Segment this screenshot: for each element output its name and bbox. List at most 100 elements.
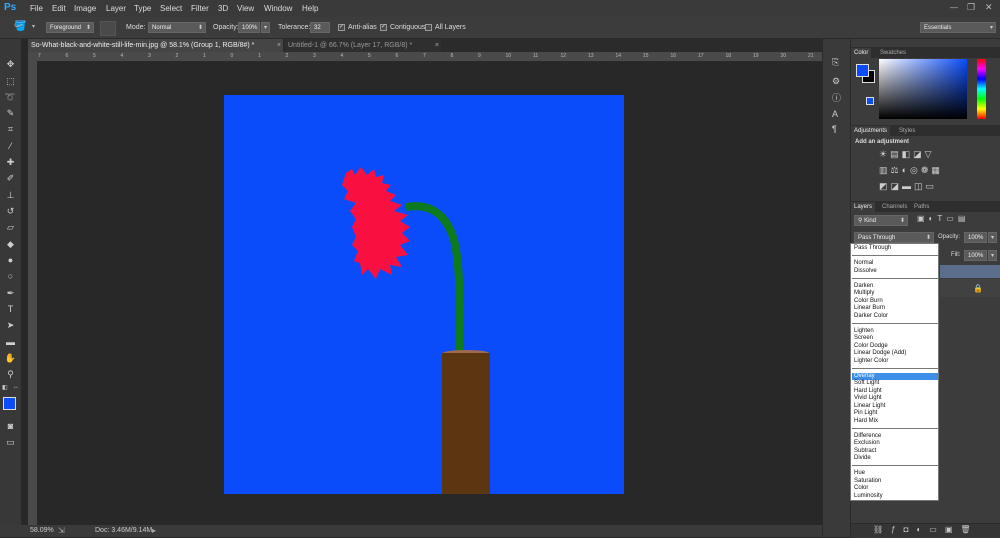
adjustment-icons-row-2[interactable]: ▥⚖◐◎❁▦ — [879, 165, 943, 176]
swap-colors-icon[interactable]: ↔ — [13, 384, 19, 390]
tab-color[interactable]: Color — [851, 48, 872, 58]
minimize-icon[interactable]: — — [950, 3, 958, 12]
layer-opacity-input[interactable]: 100% — [964, 232, 987, 243]
restore-icon[interactable]: ❐ — [967, 2, 975, 13]
pen-tool-icon[interactable]: ✒ — [3, 286, 18, 301]
status-share-icon[interactable]: ⇲ — [58, 526, 65, 535]
eraser-tool-icon[interactable]: ▱ — [3, 220, 18, 235]
blend-mode-option[interactable]: Dissolve — [852, 268, 938, 276]
blend-mode-option[interactable]: Lighten — [852, 328, 938, 336]
fill-source-select[interactable]: Foreground ⬍ — [46, 22, 94, 33]
blend-mode-option[interactable]: Hue — [852, 470, 938, 478]
blend-mode-option[interactable]: Linear Light — [852, 403, 938, 411]
type-tool-icon[interactable]: T — [3, 302, 18, 317]
opacity-input[interactable]: 100% — [238, 22, 260, 33]
blur-tool-icon[interactable]: ● — [3, 253, 18, 268]
crop-tool-icon[interactable]: ⌗ — [3, 122, 18, 137]
blend-mode-option[interactable]: Exclusion — [852, 440, 938, 448]
tab-styles[interactable]: Styles — [896, 126, 918, 136]
quick-mask-icon[interactable]: ◙ — [3, 419, 18, 434]
blend-mode-option[interactable]: Vivid Light — [852, 395, 938, 403]
tab-adjustments[interactable]: Adjustments — [851, 126, 891, 136]
layer-row[interactable] — [940, 279, 1000, 297]
character-panel-icon[interactable]: A — [832, 109, 838, 119]
default-colors-icon[interactable]: ◧ — [2, 384, 8, 391]
info-panel-icon[interactable]: ⓘ — [832, 91, 841, 104]
blend-mode-option[interactable]: Pass Through — [852, 245, 938, 253]
tolerance-input[interactable]: 32 — [310, 22, 330, 33]
blend-mode-option[interactable]: Overlay — [852, 372, 938, 380]
zoom-level[interactable]: 58.09% — [30, 527, 54, 534]
document-canvas[interactable] — [224, 95, 624, 494]
menu-edit[interactable]: Edit — [52, 4, 66, 13]
properties-panel-icon[interactable]: ⚙ — [832, 76, 840, 87]
dodge-tool-icon[interactable]: ○ — [3, 269, 18, 284]
tab-paths[interactable]: Paths — [911, 202, 932, 212]
close-tab-icon[interactable]: × — [277, 39, 281, 52]
tab-layers[interactable]: Layers — [851, 202, 876, 212]
contiguous-checkbox[interactable]: ✓ — [380, 24, 387, 31]
blend-mode-option[interactable]: Normal — [852, 260, 938, 268]
blend-mode-option[interactable]: Color — [852, 485, 938, 493]
blend-mode-option[interactable]: Pin Light — [852, 410, 938, 418]
opacity-dropdown-icon[interactable]: ▾ — [261, 22, 270, 33]
hand-tool-icon[interactable]: ✋ — [3, 351, 18, 366]
blend-mode-option[interactable]: Darken — [852, 283, 938, 291]
blend-mode-option[interactable]: Soft Light — [852, 380, 938, 388]
blend-mode-option[interactable]: Saturation — [852, 478, 938, 486]
menu-layer[interactable]: Layer — [106, 4, 126, 13]
adjustment-icons-row-3[interactable]: ◩◪▬◫▭ — [879, 181, 937, 192]
antialias-checkbox[interactable]: ✓ — [338, 24, 345, 31]
tab-swatches[interactable]: Swatches — [877, 48, 909, 58]
layer-filter-icons[interactable]: ▣◐T▭▤ — [917, 214, 969, 223]
color-web-swatch[interactable] — [866, 97, 874, 105]
close-tab-icon[interactable]: × — [435, 39, 439, 52]
mode-select[interactable]: Normal ⬍ — [148, 22, 206, 33]
blend-mode-option[interactable]: Color Dodge — [852, 343, 938, 351]
blend-mode-select[interactable]: Pass Through ⬍ — [854, 232, 934, 243]
blend-mode-option[interactable]: Subtract — [852, 448, 938, 456]
workspace-select[interactable]: Essentials ▾ — [920, 22, 996, 33]
layer-fill-input[interactable]: 100% — [964, 250, 987, 261]
pattern-picker[interactable] — [100, 21, 116, 36]
menu-file[interactable]: File — [30, 4, 43, 13]
tool-preset-chevron-icon[interactable]: ▾ — [32, 23, 35, 30]
blend-mode-option[interactable]: Color Burn — [852, 298, 938, 306]
layer-fill-dropdown-icon[interactable]: ▾ — [988, 250, 997, 261]
quick-select-tool-icon[interactable]: ✎ — [3, 106, 18, 121]
blend-mode-option[interactable]: Linear Dodge (Add) — [852, 350, 938, 358]
document-tab[interactable]: Untitled-1 @ 66.7% (Layer 17, RGB/8) * × — [285, 39, 441, 52]
path-selection-tool-icon[interactable]: ➤ — [3, 318, 18, 333]
menu-image[interactable]: Image — [74, 4, 96, 13]
menu-window[interactable]: Window — [264, 4, 292, 13]
blend-mode-option[interactable]: Hard Mix — [852, 418, 938, 426]
layer-kind-filter[interactable]: ⚲ Kind ⬍ — [854, 215, 908, 226]
menu-help[interactable]: Help — [302, 4, 318, 13]
clone-stamp-tool-icon[interactable]: ⊥ — [3, 188, 18, 203]
all-layers-checkbox[interactable] — [425, 24, 432, 31]
foreground-color-swatch[interactable] — [3, 397, 16, 410]
status-menu-arrow-icon[interactable]: ▸ — [152, 526, 156, 535]
paragraph-panel-icon[interactable]: ¶ — [832, 124, 837, 134]
move-tool-icon[interactable]: ✥ — [3, 57, 18, 72]
menu-select[interactable]: Select — [160, 4, 182, 13]
blend-mode-option[interactable]: Darker Color — [852, 313, 938, 321]
screen-mode-icon[interactable]: ▭ — [3, 435, 18, 450]
menu-type[interactable]: Type — [134, 4, 151, 13]
rectangle-tool-icon[interactable]: ▬ — [3, 335, 18, 350]
menu-view[interactable]: View — [237, 4, 254, 13]
healing-brush-tool-icon[interactable]: ✚ — [3, 155, 18, 170]
brush-tool-icon[interactable]: ✐ — [3, 171, 18, 186]
menu-3d[interactable]: 3D — [218, 4, 228, 13]
paint-bucket-icon[interactable]: 🪣 — [14, 21, 26, 32]
selected-layer-row[interactable] — [940, 265, 1000, 278]
blend-mode-option[interactable]: Multiply — [852, 290, 938, 298]
blend-mode-option[interactable]: Hard Light — [852, 388, 938, 396]
zoom-tool-icon[interactable]: ⚲ — [3, 367, 18, 382]
layers-footer-icons[interactable]: ⛓ƒ◘◐▭▣🗑 — [873, 525, 979, 534]
adjustment-icons-row-1[interactable]: ☀▤◧◪▽ — [879, 149, 935, 160]
color-panel-foreground[interactable] — [856, 64, 869, 77]
blend-mode-option[interactable]: Divide — [852, 455, 938, 463]
close-icon[interactable]: ✕ — [985, 2, 993, 13]
blend-mode-option[interactable]: Difference — [852, 433, 938, 441]
